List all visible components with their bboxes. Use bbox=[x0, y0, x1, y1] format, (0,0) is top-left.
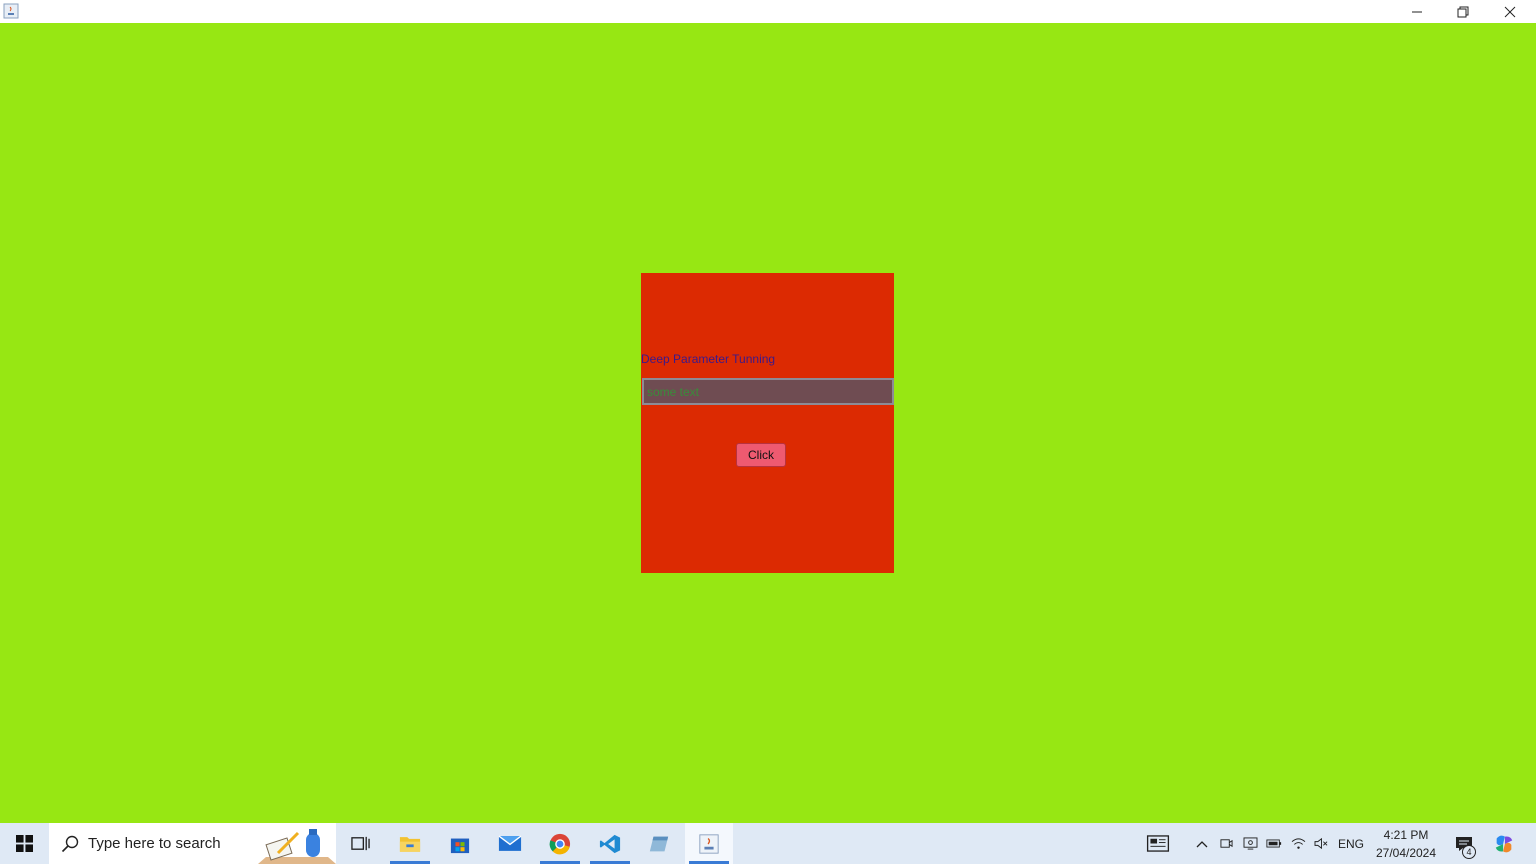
minimize-icon bbox=[1412, 11, 1422, 12]
vscode-icon bbox=[599, 834, 621, 853]
wifi-icon bbox=[1291, 838, 1305, 849]
store-icon bbox=[450, 838, 470, 853]
clock-date: 27/04/2024 bbox=[1375, 846, 1437, 860]
show-hidden-icons-button[interactable] bbox=[1192, 823, 1212, 864]
monitor-icon bbox=[1243, 837, 1257, 850]
search-highlight-illustration-icon bbox=[258, 829, 336, 864]
close-icon bbox=[1504, 6, 1516, 17]
tray-display-button[interactable] bbox=[1240, 823, 1260, 864]
minimize-button[interactable] bbox=[1394, 0, 1440, 23]
window-titlebar bbox=[0, 0, 1536, 23]
mail-icon bbox=[498, 835, 522, 851]
taskbar-mail[interactable] bbox=[486, 823, 534, 864]
app-window-icon bbox=[649, 836, 669, 851]
search-placeholder: Type here to search bbox=[88, 835, 221, 852]
task-view-icon bbox=[350, 836, 370, 851]
task-view-button[interactable] bbox=[336, 823, 384, 864]
news-widget-button[interactable] bbox=[1140, 823, 1176, 864]
tray-network-button[interactable] bbox=[1288, 823, 1308, 864]
taskbar-app[interactable] bbox=[635, 823, 683, 864]
camera-icon bbox=[1219, 839, 1233, 848]
window-content: Deep Parameter Tunning Click bbox=[0, 23, 1536, 823]
restore-icon bbox=[1457, 6, 1469, 17]
taskbar-microsoft-store[interactable] bbox=[436, 823, 484, 864]
news-icon bbox=[1146, 835, 1170, 852]
windows-icon bbox=[15, 835, 33, 852]
click-button[interactable]: Click bbox=[736, 443, 786, 467]
clock-time: 4:21 PM bbox=[1383, 828, 1429, 842]
copilot-button[interactable] bbox=[1486, 823, 1522, 864]
tray-volume-button[interactable] bbox=[1311, 823, 1331, 864]
red-panel: Deep Parameter Tunning Click bbox=[641, 273, 894, 573]
tray-meet-button[interactable] bbox=[1216, 823, 1236, 864]
start-button[interactable] bbox=[0, 823, 48, 864]
taskbar-file-explorer[interactable] bbox=[386, 823, 434, 864]
text-input[interactable] bbox=[642, 378, 894, 405]
volume-muted-icon bbox=[1314, 837, 1327, 850]
copilot-icon bbox=[1495, 835, 1513, 852]
input-language-button[interactable]: ENG bbox=[1334, 823, 1368, 864]
tray-battery-button[interactable] bbox=[1264, 823, 1284, 864]
language-indicator: ENG bbox=[1337, 836, 1364, 851]
folder-icon bbox=[399, 837, 421, 852]
notification-center-button[interactable] bbox=[1448, 823, 1480, 864]
search-icon bbox=[61, 835, 79, 852]
taskbar-chrome[interactable] bbox=[536, 823, 584, 864]
chrome-icon bbox=[549, 833, 571, 854]
chevron-up-icon bbox=[1196, 840, 1208, 847]
taskbar-clock[interactable]: 4:21 PM 27/04/2024 bbox=[1368, 826, 1444, 862]
battery-icon bbox=[1266, 839, 1282, 848]
taskbar: Type here to search ENG 4:21 PM 27/04/20… bbox=[0, 823, 1536, 864]
java-icon bbox=[699, 833, 719, 854]
panel-title-label: Deep Parameter Tunning bbox=[641, 352, 776, 366]
taskbar-java-app[interactable] bbox=[685, 823, 733, 864]
notification-count-badge: 4 bbox=[1462, 845, 1476, 859]
taskbar-vscode[interactable] bbox=[586, 823, 634, 864]
java-app-icon bbox=[3, 3, 19, 19]
restore-button[interactable] bbox=[1440, 0, 1486, 23]
close-button[interactable] bbox=[1487, 0, 1533, 23]
